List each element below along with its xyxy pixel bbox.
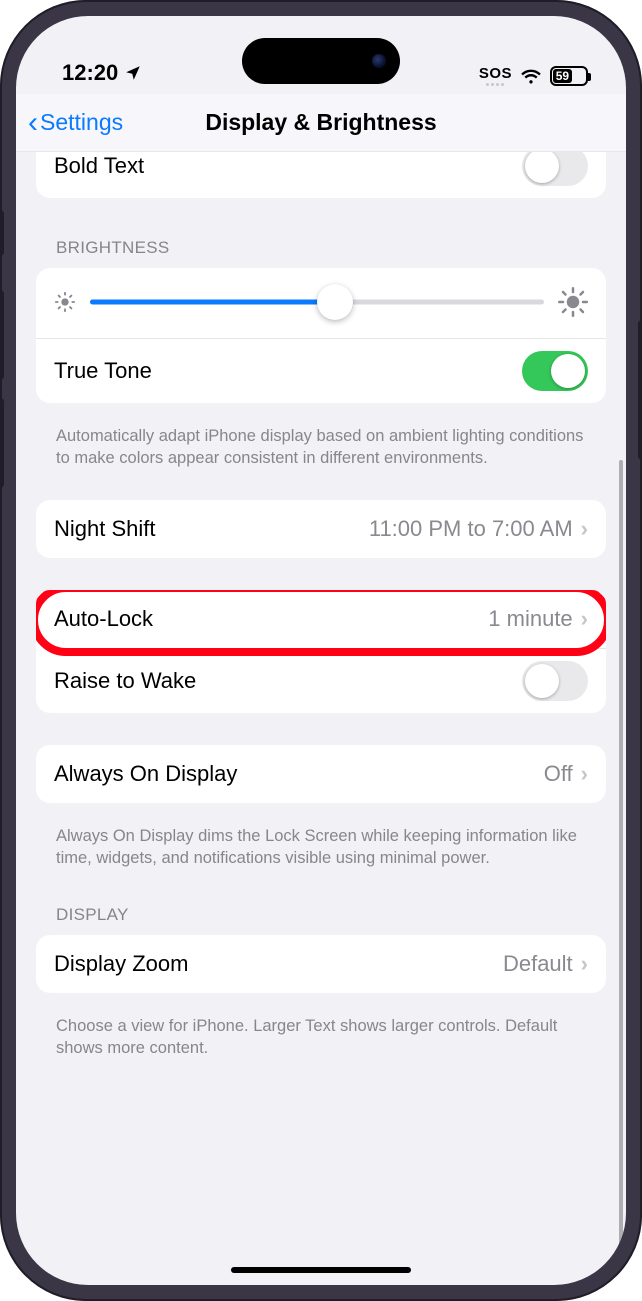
- battery-indicator: 59: [550, 66, 588, 86]
- display-zoom-value: Default: [503, 951, 573, 977]
- always-on-label: Always On Display: [54, 761, 544, 787]
- auto-lock-row[interactable]: Auto-Lock 1 minute ›: [36, 590, 606, 648]
- volume-up-button: [0, 290, 4, 380]
- display-zoom-footer: Choose a view for iPhone. Larger Text sh…: [36, 1005, 606, 1068]
- always-on-row[interactable]: Always On Display Off ›: [36, 745, 606, 803]
- brightness-group: True Tone: [36, 268, 606, 403]
- always-on-value: Off: [544, 761, 573, 787]
- content: Bold Text Brightness True Tone: [16, 152, 626, 1285]
- night-shift-row[interactable]: Night Shift 11:00 PM to 7:00 AM ›: [36, 500, 606, 558]
- chevron-right-icon: ›: [581, 516, 588, 542]
- volume-down-button: [0, 398, 4, 488]
- bold-text-label: Bold Text: [54, 153, 522, 179]
- true-tone-footer: Automatically adapt iPhone display based…: [36, 415, 606, 478]
- front-camera: [372, 54, 386, 68]
- silent-switch: [0, 210, 4, 256]
- device-frame: 12:20 SOS 59 ‹ Settings Display & Bright…: [0, 0, 642, 1301]
- chevron-right-icon: ›: [581, 951, 588, 977]
- chevron-right-icon: ›: [581, 761, 588, 787]
- always-on-footer: Always On Display dims the Lock Screen w…: [36, 815, 606, 878]
- raise-to-wake-toggle[interactable]: [522, 661, 588, 701]
- status-time: 12:20: [62, 60, 118, 86]
- display-zoom-group: Display Zoom Default ›: [36, 935, 606, 993]
- brightness-slider[interactable]: [90, 284, 544, 320]
- dynamic-island: [242, 38, 400, 84]
- chevron-left-icon: ‹: [28, 108, 38, 138]
- power-button: [638, 320, 642, 460]
- brightness-header: Brightness: [36, 210, 606, 268]
- scroll-indicator[interactable]: [619, 460, 623, 1285]
- true-tone-toggle[interactable]: [522, 351, 588, 391]
- brightness-slider-row: [36, 268, 606, 339]
- brightness-track-fill: [90, 300, 335, 305]
- location-icon: [124, 64, 142, 82]
- screen: 12:20 SOS 59 ‹ Settings Display & Bright…: [16, 16, 626, 1285]
- auto-lock-value: 1 minute: [488, 606, 572, 632]
- display-zoom-row[interactable]: Display Zoom Default ›: [36, 935, 606, 993]
- sun-small-icon: [54, 291, 76, 313]
- battery-fill: 59: [553, 69, 572, 83]
- always-on-group: Always On Display Off ›: [36, 745, 606, 803]
- sun-large-icon: [558, 287, 588, 317]
- text-group: Bold Text: [36, 152, 606, 198]
- wifi-icon: [520, 68, 542, 84]
- display-header: Display: [36, 877, 606, 935]
- bold-text-toggle[interactable]: [522, 152, 588, 186]
- back-label: Settings: [40, 109, 123, 136]
- true-tone-row[interactable]: True Tone: [36, 339, 606, 403]
- night-shift-group: Night Shift 11:00 PM to 7:00 AM ›: [36, 500, 606, 558]
- lock-wake-group: Auto-Lock 1 minute › Raise to Wake: [36, 590, 606, 713]
- true-tone-label: True Tone: [54, 358, 522, 384]
- back-button[interactable]: ‹ Settings: [28, 108, 123, 138]
- night-shift-label: Night Shift: [54, 516, 369, 542]
- raise-to-wake-label: Raise to Wake: [54, 668, 522, 694]
- auto-lock-label: Auto-Lock: [54, 606, 488, 632]
- chevron-right-icon: ›: [581, 606, 588, 632]
- bold-text-row[interactable]: Bold Text: [36, 152, 606, 198]
- sos-indicator: SOS: [479, 66, 512, 86]
- home-indicator[interactable]: [231, 1267, 411, 1273]
- raise-to-wake-row[interactable]: Raise to Wake: [54, 648, 606, 713]
- brightness-thumb[interactable]: [317, 284, 353, 320]
- display-zoom-label: Display Zoom: [54, 951, 503, 977]
- nav-bar: ‹ Settings Display & Brightness: [16, 94, 626, 152]
- night-shift-value: 11:00 PM to 7:00 AM: [369, 516, 573, 542]
